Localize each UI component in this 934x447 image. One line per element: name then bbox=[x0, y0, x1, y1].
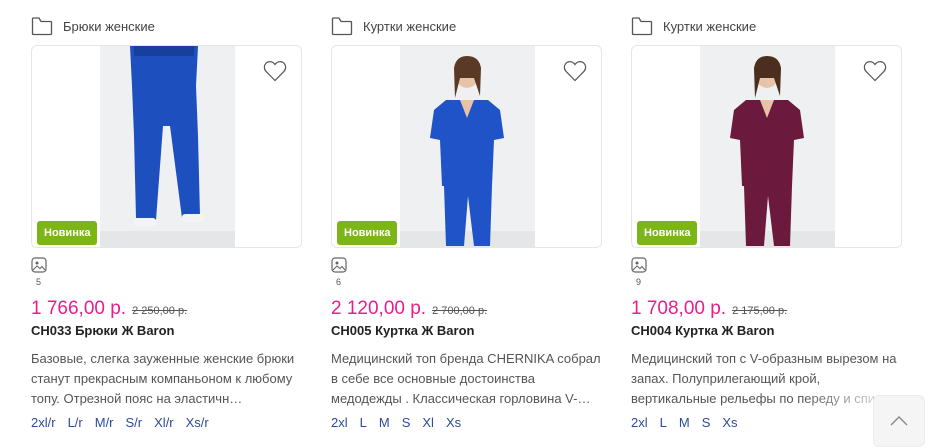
old-price: 2 175,00 р. bbox=[732, 305, 788, 317]
folder-icon bbox=[331, 17, 353, 36]
size-list: 2xl L M S Xs bbox=[631, 415, 750, 430]
size-option[interactable]: L bbox=[360, 415, 367, 430]
size-list: 2xl/r L/r M/r S/r Xl/r Xs/r bbox=[31, 415, 221, 430]
size-option[interactable]: Xl/r bbox=[154, 415, 174, 430]
size-option[interactable]: S bbox=[402, 415, 411, 430]
new-badge: Новинка bbox=[337, 221, 398, 245]
size-option[interactable]: Xs bbox=[446, 415, 461, 430]
folder-icon bbox=[631, 17, 653, 36]
product-description: Базовые, слегка зауженные женские брюки … bbox=[31, 351, 295, 406]
chevron-up-icon bbox=[890, 416, 908, 426]
size-option[interactable]: Xs/r bbox=[186, 415, 209, 430]
photos-count: 5 bbox=[36, 277, 42, 287]
product-photo bbox=[700, 46, 835, 247]
category-link[interactable]: Куртки женские bbox=[631, 14, 756, 38]
category-label: Куртки женские bbox=[663, 18, 757, 34]
image-icon bbox=[331, 257, 347, 273]
category-link[interactable]: Брюки женские bbox=[31, 14, 155, 38]
product-photo bbox=[100, 46, 235, 247]
size-option[interactable]: 2xl/r bbox=[31, 415, 56, 430]
price: 1 708,00 р. bbox=[631, 298, 727, 319]
category-link[interactable]: Куртки женские bbox=[331, 14, 456, 38]
category-label: Брюки женские bbox=[63, 18, 155, 34]
size-option[interactable]: 2xl bbox=[331, 415, 348, 430]
price-row: 1 708,00 р. 2 175,00 р. bbox=[631, 298, 787, 320]
product-title[interactable]: CH005 Куртка Ж Baron bbox=[331, 323, 474, 338]
size-list: 2xl L M S Xl Xs bbox=[331, 415, 473, 430]
size-option[interactable]: Xs bbox=[722, 415, 737, 430]
size-option[interactable]: S bbox=[702, 415, 711, 430]
product-image[interactable]: Новинка bbox=[331, 45, 602, 248]
price: 1 766,00 р. bbox=[31, 298, 127, 319]
price: 2 120,00 р. bbox=[331, 298, 427, 319]
size-option[interactable]: Xl bbox=[422, 415, 434, 430]
product-card: Куртки женские Новинка 6 2 120,00 р. 2 7… bbox=[331, 0, 603, 447]
category-label: Куртки женские bbox=[363, 18, 457, 34]
size-option[interactable]: 2xl bbox=[631, 415, 648, 430]
scroll-to-top-button[interactable] bbox=[873, 395, 925, 447]
size-option[interactable]: M bbox=[679, 415, 690, 430]
size-option[interactable]: L/r bbox=[68, 415, 83, 430]
product-description: Медицинский топ бренда CHERNIKA собрал в… bbox=[331, 351, 601, 406]
favorite-heart-icon[interactable] bbox=[563, 60, 587, 82]
product-title[interactable]: CH004 Куртка Ж Baron bbox=[631, 323, 774, 338]
product-title[interactable]: CH033 Брюки Ж Baron bbox=[31, 323, 175, 338]
photos-count: 6 bbox=[336, 277, 342, 287]
product-image[interactable]: Новинка bbox=[31, 45, 302, 248]
size-option[interactable]: M bbox=[379, 415, 390, 430]
image-icon bbox=[31, 257, 47, 273]
size-option[interactable]: M/r bbox=[95, 415, 114, 430]
old-price: 2 700,00 р. bbox=[432, 305, 488, 317]
folder-icon bbox=[31, 17, 53, 36]
price-row: 2 120,00 р. 2 700,00 р. bbox=[331, 298, 487, 320]
new-badge: Новинка bbox=[37, 221, 98, 245]
favorite-heart-icon[interactable] bbox=[263, 60, 287, 82]
product-card: Куртки женские Новинка 9 1 708,00 р. 2 1… bbox=[631, 0, 903, 447]
favorite-heart-icon[interactable] bbox=[863, 60, 887, 82]
size-option[interactable]: L bbox=[660, 415, 667, 430]
product-photo bbox=[400, 46, 535, 247]
photos-count: 9 bbox=[636, 277, 642, 287]
image-icon bbox=[631, 257, 647, 273]
new-badge: Новинка bbox=[637, 221, 698, 245]
size-option[interactable]: S/r bbox=[126, 415, 143, 430]
old-price: 2 250,00 р. bbox=[132, 305, 188, 317]
product-image[interactable]: Новинка bbox=[631, 45, 902, 248]
price-row: 1 766,00 р. 2 250,00 р. bbox=[31, 298, 187, 320]
product-card: Брюки женские Новинка 5 1 766,00 р. 2 25… bbox=[31, 0, 303, 447]
